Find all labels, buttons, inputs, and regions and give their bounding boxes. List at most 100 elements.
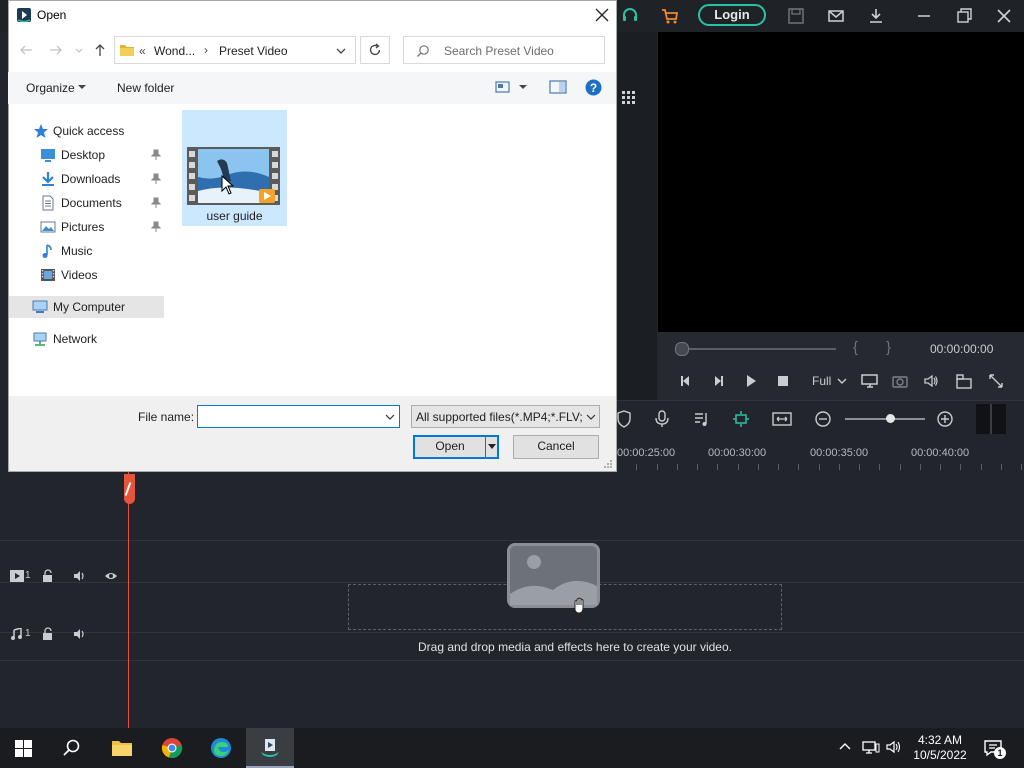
grid-view-icon[interactable] [621,90,637,106]
login-button[interactable]: Login [698,4,766,26]
nav-quick-access[interactable]: Quick access [16,120,164,142]
pip-icon[interactable] [955,373,972,389]
view-dropdown-icon[interactable] [518,82,528,92]
pin-icon[interactable] [151,173,161,185]
pin-icon[interactable] [151,221,161,233]
zoom-slider-track[interactable] [845,418,925,420]
search-folder-input[interactable]: Search Preset Video [403,36,605,64]
nav-music[interactable]: Music [16,240,164,262]
speaker-icon[interactable] [73,570,87,582]
minimize-icon[interactable] [914,6,934,26]
headset-icon[interactable] [620,6,640,26]
nav-videos-label: Videos [61,268,98,282]
pin-icon[interactable] [151,149,161,161]
breadcrumb-preset-video[interactable]: Preset Video [219,44,288,58]
step-forward-icon[interactable] [710,373,726,389]
refresh-button[interactable] [360,36,390,64]
view-options-icon[interactable] [495,80,511,94]
cart-icon[interactable] [660,6,680,26]
download-icon[interactable] [866,6,886,26]
quality-dropdown[interactable]: Full [812,374,831,388]
zoom-in-icon[interactable] [936,410,954,428]
fullscreen-icon[interactable] [988,373,1004,389]
zoom-out-icon[interactable] [814,410,832,428]
nav-videos[interactable]: Videos [16,264,164,286]
chevron-down-icon[interactable] [836,373,852,389]
file-name-dropdown-icon[interactable] [385,412,395,422]
nav-documents[interactable]: Documents [16,192,164,214]
nav-desktop[interactable]: Desktop [16,144,164,166]
eye-icon[interactable] [104,570,118,582]
dialog-close-icon[interactable] [593,6,611,24]
taskbar-clock[interactable]: 4:32 AM 10/5/2022 [906,733,974,763]
track-layout-toggle[interactable] [976,404,1006,434]
auto-highlight-icon[interactable] [732,410,750,428]
nav-my-computer[interactable]: My Computer [9,296,164,318]
lock-icon[interactable] [42,627,54,641]
pin-icon[interactable] [151,197,161,209]
address-dropdown-icon[interactable] [335,45,347,57]
notification-center-icon[interactable]: 1 [983,739,1006,759]
ruler-label-35: 00:00:35:00 [810,447,869,459]
breadcrumb-separator[interactable]: › [204,43,208,57]
fit-width-icon[interactable] [772,410,792,428]
open-dropdown-icon[interactable] [487,443,497,451]
close-app-icon[interactable] [994,6,1014,26]
preview-pane-icon[interactable] [549,80,567,94]
start-button[interactable] [0,728,48,768]
cancel-button[interactable]: Cancel [513,435,599,459]
recent-chevron-icon[interactable] [74,42,90,58]
file-type-filter[interactable]: All supported files(*.MP4;*.FLV; [411,405,600,428]
chevron-up-icon[interactable] [838,740,852,754]
forward-arrow-icon[interactable] [48,42,64,58]
restore-icon[interactable] [954,6,974,26]
organize-button[interactable]: Organize [26,81,75,95]
audio-mixer-icon[interactable] [693,410,711,428]
nav-downloads[interactable]: Downloads [16,168,164,190]
breadcrumb-wondershare[interactable]: Wond... [154,44,195,58]
ruler-tick [819,464,820,470]
volume-icon[interactable] [923,373,939,389]
display-icon[interactable] [861,373,878,389]
nav-pictures[interactable]: Pictures [16,216,164,238]
play-icon[interactable] [743,373,759,389]
snapshot-icon[interactable] [892,373,908,389]
help-icon[interactable]: ? [585,79,602,96]
filmora-icon [259,736,281,758]
search-taskbar-button[interactable] [48,728,96,768]
zoom-slider-handle[interactable] [886,414,895,423]
mail-icon[interactable] [826,6,846,26]
file-explorer-taskbar[interactable] [98,728,146,768]
file-type-dropdown-icon[interactable] [586,412,596,422]
playhead-handle[interactable] [124,474,135,504]
videos-icon [40,267,56,283]
microphone-icon[interactable] [653,410,671,428]
edge-taskbar[interactable] [197,728,245,768]
address-bar[interactable]: « Wond... › Preset Video [114,36,356,64]
breadcrumb-overflow[interactable]: « [139,44,146,58]
nav-network[interactable]: Network [16,328,164,350]
preview-scrubber-handle[interactable] [675,342,689,356]
mark-out-brace[interactable]: } [886,339,891,356]
up-arrow-icon[interactable] [92,42,108,58]
ruler-tick [900,464,901,470]
file-name-input[interactable] [197,405,400,428]
preview-scrubber-track[interactable] [680,348,836,350]
file-name-label: File name: [138,410,195,424]
volume-tray-icon[interactable] [886,740,902,754]
save-icon[interactable] [786,6,806,26]
network-status-icon[interactable] [862,740,880,754]
speaker-icon[interactable] [73,628,87,640]
stop-icon[interactable] [775,373,791,389]
step-back-icon[interactable] [678,373,694,389]
new-folder-button[interactable]: New folder [117,81,174,95]
filmora-taskbar[interactable] [246,728,294,768]
open-button[interactable]: Open [413,435,499,459]
back-arrow-icon[interactable] [18,42,34,58]
resize-grip-icon[interactable] [603,459,613,469]
shield-icon[interactable] [617,410,635,428]
chrome-taskbar[interactable] [148,728,196,768]
organize-dropdown-icon[interactable] [77,82,87,92]
lock-icon[interactable] [42,569,54,583]
mark-in-brace[interactable]: { [853,339,858,356]
